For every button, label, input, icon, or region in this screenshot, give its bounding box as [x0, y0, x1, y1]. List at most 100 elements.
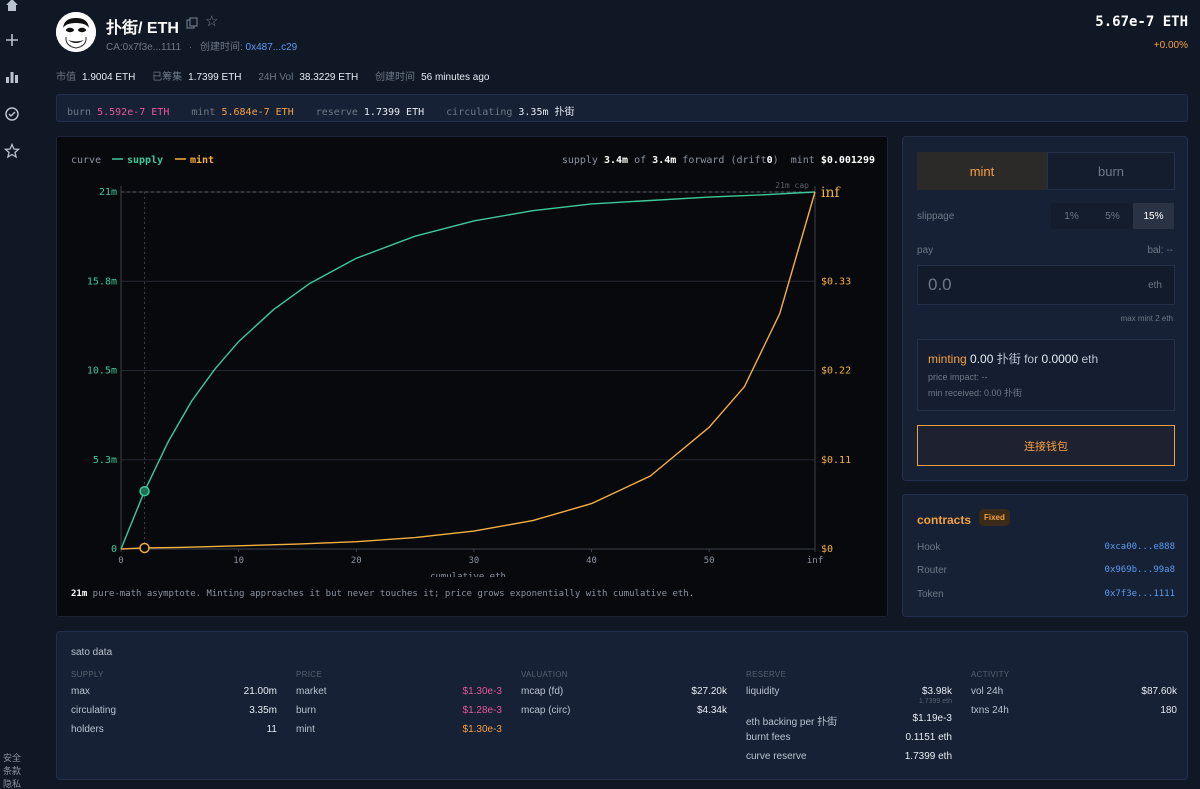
curve-strip-label: circulating	[446, 107, 513, 118]
slippage-option-1[interactable]: 1%	[1051, 203, 1092, 229]
balance-label: bal: --	[1147, 245, 1173, 256]
row-key: burnt fees	[746, 732, 791, 743]
contract-address[interactable]: CA:0x7f3e...1111	[106, 42, 181, 53]
row-key: txns 24h	[971, 705, 1009, 716]
row-value: $1.30e-3	[462, 686, 502, 697]
chart-note-text: pure-math asymptote. Minting approaches …	[87, 589, 695, 599]
stat-label: 已筹集	[152, 72, 183, 83]
status-total-value: 3.4m	[652, 155, 676, 166]
pay-amount-input[interactable]	[928, 275, 1118, 295]
row-key: holders	[71, 724, 104, 735]
data-row: liquidity $3.98k 1.7399 eth	[746, 686, 952, 713]
contract-name: Router	[917, 565, 948, 576]
token-title: 扑街/ ETH	[106, 20, 179, 37]
y-right-tick-label: $0.11	[821, 455, 851, 466]
chart-note-bold: 21m	[71, 589, 88, 599]
row-key: curve reserve	[746, 751, 807, 762]
sato-data-panel: sato data SUPPLY max 21.00m circulating 3.…	[56, 631, 1188, 780]
row-value: 180	[1160, 705, 1177, 716]
price-change: +0.00%	[1153, 40, 1188, 51]
row-value: 1.7399 eth	[904, 751, 952, 762]
circulating-value: 3.35m 扑街	[518, 107, 575, 118]
copy-icon[interactable]	[186, 17, 198, 29]
x-tick-label: 10	[233, 556, 244, 566]
stat-label: 24H Vol	[258, 72, 294, 83]
chart-status-text: supply 3.4m of 3.4m forward (drift0) min…	[562, 155, 875, 166]
trade-panel: mint burn slippage 1% 5% 15% pay bal: --…	[902, 136, 1188, 481]
slippage-option-5[interactable]: 5%	[1092, 203, 1133, 229]
contract-address-link[interactable]: 0x969b...99a8	[1105, 565, 1175, 575]
column-head: PRICE	[296, 670, 322, 679]
curve-strip-label: mint	[191, 107, 216, 118]
connect-wallet-button[interactable]: 连接钱包	[917, 425, 1175, 466]
rail-footer-link[interactable]: 条款	[3, 765, 23, 778]
quote-eth: 0.0000	[1041, 352, 1079, 366]
row-value: $1.19e-3	[912, 713, 952, 724]
quote-unit: eth	[1081, 352, 1099, 366]
data-row: market $1.30e-3	[296, 686, 502, 705]
contract-name: Hook	[917, 542, 941, 553]
left-rail: 安全 条款 隐私	[0, 0, 24, 789]
favorite-star-icon[interactable]: ☆	[205, 14, 218, 30]
price-impact: price impact: --	[928, 372, 988, 382]
column-head: VALUATION	[521, 670, 568, 679]
row-key: market	[296, 686, 327, 697]
bonding-curve-chart[interactable]: curve supply mint supply 3.4m of 3.4m fo…	[57, 137, 887, 577]
row-subvalue: 1.7399 eth	[918, 698, 952, 705]
row-value: 0.1151 eth	[905, 732, 952, 743]
data-row: burnt fees 0.1151 eth	[746, 732, 952, 751]
price-column: PRICE market $1.30e-3 burn $1.28e-3 mint $1…	[296, 670, 502, 743]
stat-value: 38.3229 ETH	[299, 72, 359, 83]
rail-footer-link[interactable]: 安全	[3, 752, 23, 765]
row-value: 21.00m	[243, 686, 277, 697]
curve-strip-label: reserve	[315, 107, 358, 118]
contract-address-link[interactable]: 0x7f3e...1111	[1105, 589, 1175, 599]
max-mint-note: max mint 2 eth	[1120, 314, 1173, 323]
reserve-value: 1.7399 ETH	[363, 107, 425, 118]
quote-amount: 0.00	[970, 352, 994, 366]
status-of: of	[634, 155, 646, 166]
row-key: burn	[296, 705, 317, 716]
quote-token: 扑街	[996, 352, 1021, 366]
rail-footer: 安全 条款 隐私	[3, 752, 23, 789]
tab-mint[interactable]: mint	[917, 152, 1047, 190]
plus-icon[interactable]	[4, 32, 20, 48]
contract-row-hook: Hook 0xca00...e888	[917, 542, 1175, 553]
bonding-curve-chart-panel: curve supply mint supply 3.4m of 3.4m fo…	[56, 136, 888, 617]
x-tick-label: 50	[704, 556, 715, 566]
created-label: 创建时间:	[199, 42, 243, 53]
rail-footer-link[interactable]: 隐私	[3, 778, 23, 789]
data-row: curve reserve 1.7399 eth	[746, 751, 952, 770]
y-right-tick-label: $0	[821, 544, 833, 555]
token-avatar	[56, 12, 96, 52]
quote-line: minting 0.00 扑街 for 0.0000 eth	[928, 350, 1164, 367]
quote-box: minting 0.00 扑街 for 0.0000 eth price imp…	[917, 339, 1175, 411]
home-icon[interactable]	[4, 0, 20, 13]
reserve-column: RESERVE liquidity $3.98k 1.7399 eth eth ba…	[746, 670, 952, 770]
tab-burn[interactable]: burn	[1047, 152, 1175, 190]
y-left-tick-label: 15.8m	[87, 276, 117, 287]
separator: ·	[188, 42, 193, 53]
contract-address-link[interactable]: 0xca00...e888	[1105, 542, 1175, 552]
legend-supply: supply	[127, 155, 163, 166]
y-right-tick-label: inf	[821, 185, 841, 201]
y-right-tick-label: $0.33	[821, 276, 851, 287]
contracts-panel: contracts Fixed Hook 0xca00...e888 Route…	[902, 494, 1188, 617]
curve-strip: burn 5.592e-7 ETH mint 5.684e-7 ETH reserv…	[56, 94, 1188, 122]
slippage-option-15[interactable]: 15%	[1133, 203, 1174, 229]
status-forward: forward (drift	[682, 155, 766, 166]
activity-column: ACTIVITY vol 24h $87.60k txns 24h 180	[971, 670, 1177, 724]
contract-address-line: CA:0x7f3e...1111 · 创建时间: 0x487...c29	[106, 38, 297, 53]
star-outline-icon[interactable]	[4, 143, 20, 159]
row-key: eth backing per 扑街	[746, 717, 838, 728]
slippage-label: slippage	[917, 211, 955, 222]
row-value: $1.30e-3	[462, 724, 502, 735]
pay-input-box: eth	[917, 265, 1175, 305]
contract-name: Token	[917, 589, 944, 600]
token-price: 5.67e-7 ETH	[1095, 14, 1188, 30]
check-circle-icon[interactable]	[4, 106, 20, 122]
point-marker-supply	[139, 485, 150, 497]
mint-price-value: 5.684e-7 ETH	[221, 107, 294, 118]
creator-link[interactable]: 0x487...c29	[246, 42, 298, 53]
bar-chart-icon[interactable]	[4, 69, 20, 85]
